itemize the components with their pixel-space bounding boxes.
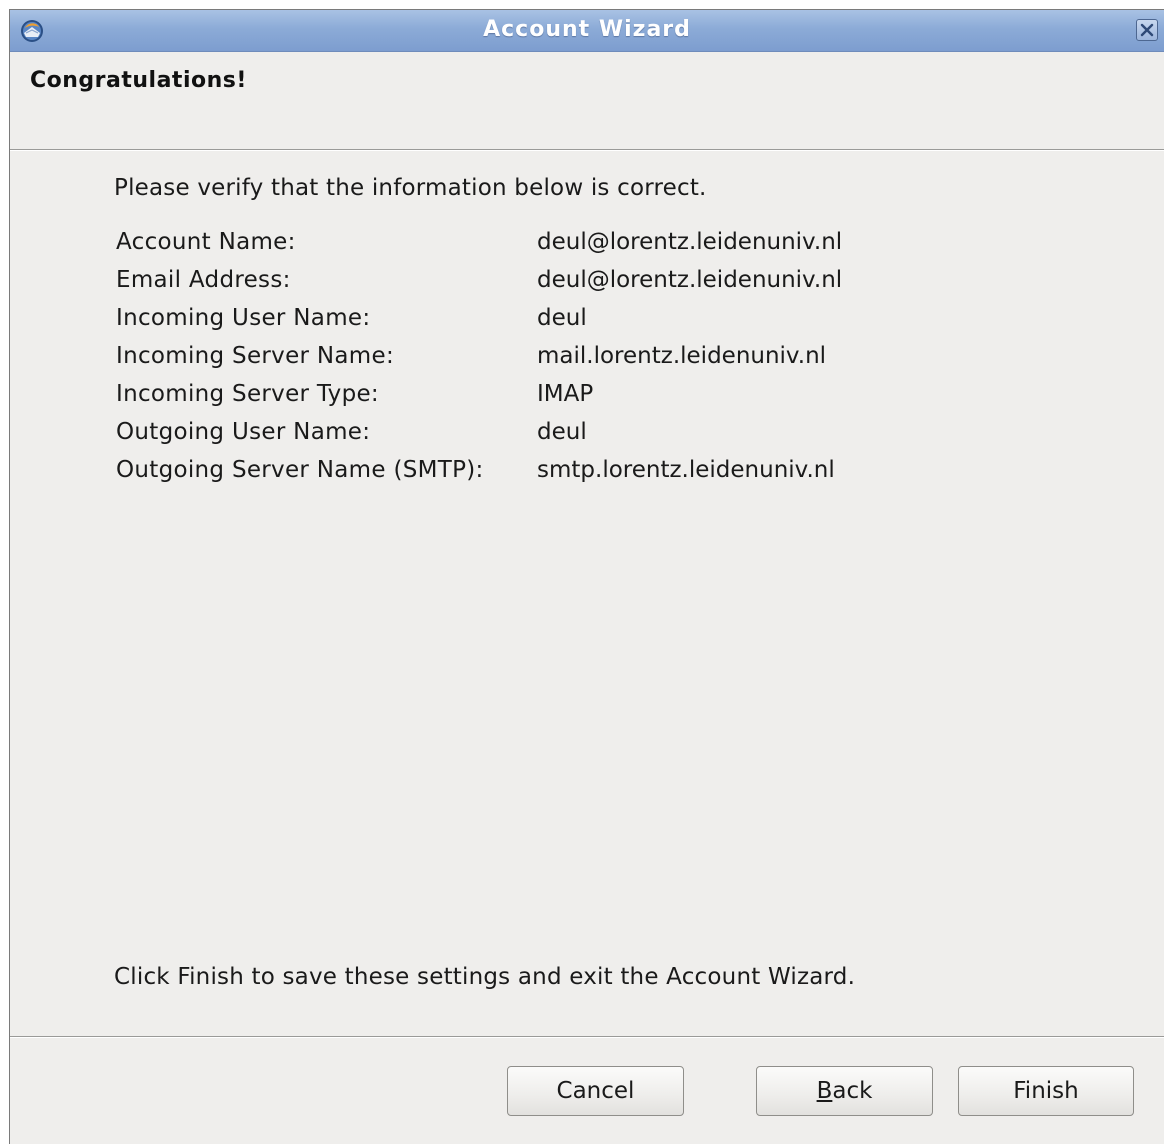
back-label: ack xyxy=(832,1078,873,1104)
detail-value: mail.lorentz.leidenuniv.nl xyxy=(537,343,827,369)
detail-value: smtp.lorentz.leidenuniv.nl xyxy=(537,457,835,483)
close-button[interactable] xyxy=(1136,19,1158,41)
detail-label: Incoming Server Name: xyxy=(116,343,394,369)
footer-divider xyxy=(10,1036,1164,1038)
detail-value: IMAP xyxy=(537,381,594,407)
wizard-header: Congratulations! xyxy=(10,52,1164,157)
close-icon xyxy=(1140,23,1154,37)
window-title: Account Wizard xyxy=(483,17,691,42)
detail-value: deul xyxy=(537,305,587,331)
detail-value: deul@lorentz.leidenuniv.nl xyxy=(537,229,843,255)
back-button[interactable]: Back xyxy=(756,1066,933,1116)
account-wizard-window: Account Wizard Congratulations! Please v… xyxy=(9,9,1164,1144)
page-title: Congratulations! xyxy=(30,68,247,93)
detail-label: Account Name: xyxy=(116,229,296,255)
detail-label: Incoming Server Type: xyxy=(116,381,379,407)
detail-value: deul@lorentz.leidenuniv.nl xyxy=(537,267,843,293)
detail-label: Outgoing Server Name (SMTP): xyxy=(116,457,484,483)
detail-value: deul xyxy=(537,419,587,445)
finish-instructions: Click Finish to save these settings and … xyxy=(114,964,856,990)
finish-button[interactable]: Finish xyxy=(958,1066,1134,1116)
title-bar[interactable]: Account Wizard xyxy=(10,10,1164,52)
detail-label: Email Address: xyxy=(116,267,291,293)
detail-label: Outgoing User Name: xyxy=(116,419,371,445)
header-divider xyxy=(10,149,1164,151)
cancel-button[interactable]: Cancel xyxy=(507,1066,684,1116)
back-mnemonic: B xyxy=(816,1078,833,1104)
intro-text: Please verify that the information below… xyxy=(114,175,707,201)
detail-label: Incoming User Name: xyxy=(116,305,371,331)
